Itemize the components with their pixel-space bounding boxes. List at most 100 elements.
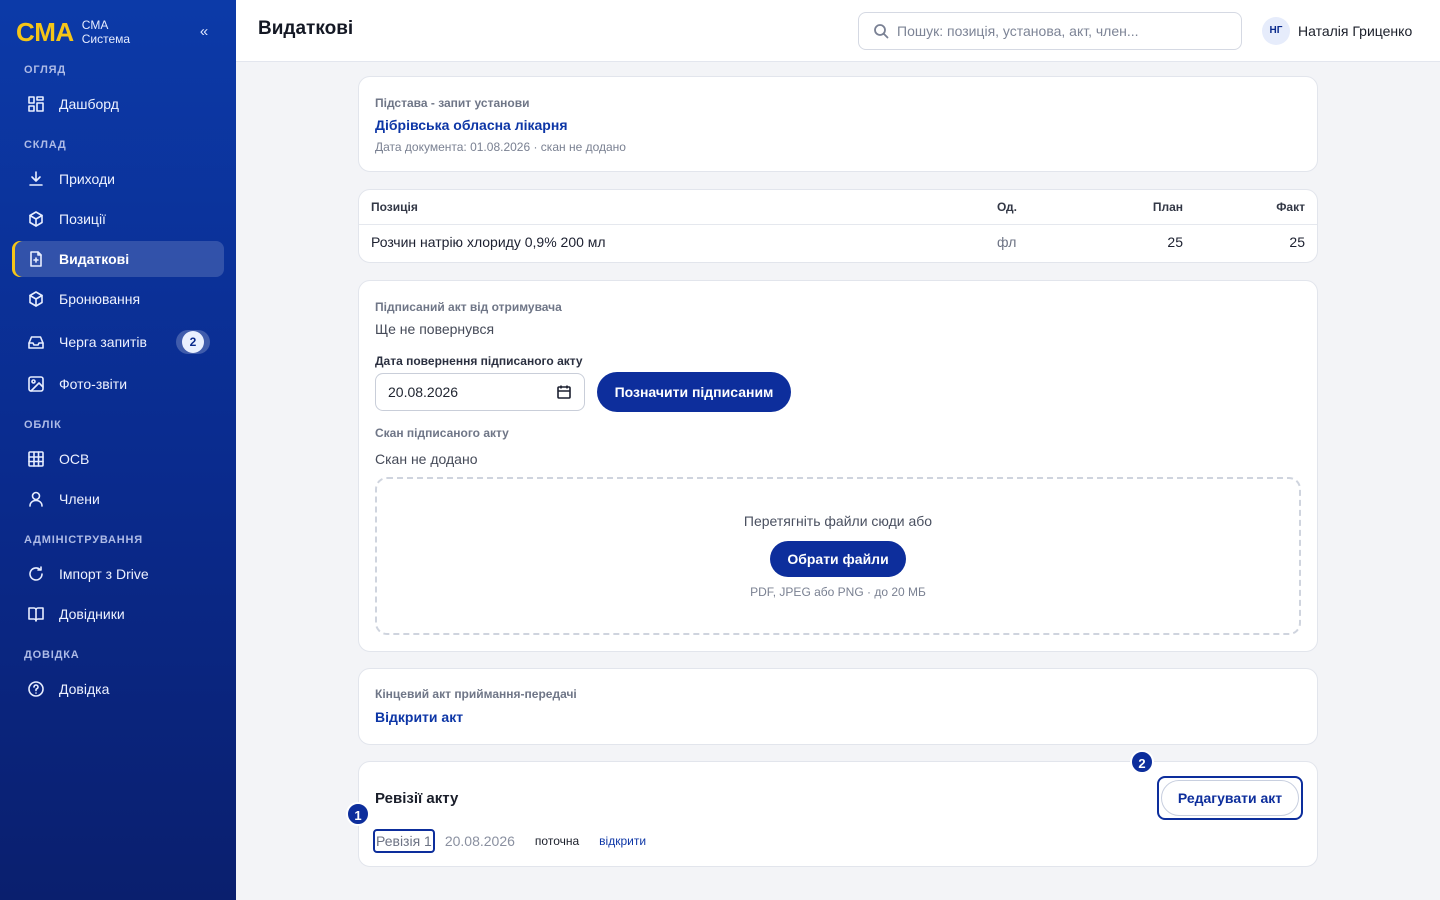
top-header: Видаткові НГ Наталія Гриценко <box>236 0 1440 62</box>
sidebar-item-booking[interactable]: Бронювання <box>12 281 224 317</box>
scan-status: Скан не додано <box>375 451 478 467</box>
basis-label: Підстава - запит установи <box>375 96 530 110</box>
brand-logo: CMA <box>16 17 74 47</box>
grid-icon <box>26 94 46 114</box>
sidebar-item-osv[interactable]: ОСВ <box>12 441 224 477</box>
column-unit: Од. <box>985 190 1085 225</box>
sidebar-item-references[interactable]: Довідники <box>12 596 224 632</box>
refresh-icon <box>26 564 46 584</box>
sidebar-item-label: Довідники <box>59 606 125 622</box>
step-marker-1: 1 <box>346 802 370 826</box>
search-input[interactable] <box>897 23 1217 39</box>
revision-date: 20.08.2026 <box>444 833 515 849</box>
table-row: Розчин натрію хлориду 0,9% 200 мл фл 25 … <box>359 224 1317 260</box>
sidebar-item-label: Приходи <box>59 171 115 187</box>
section-warehouse: СКЛАД <box>24 139 67 151</box>
calendar-icon[interactable] <box>556 384 572 400</box>
cell-plan: 25 <box>1167 234 1183 251</box>
avatar: НГ <box>1262 17 1290 45</box>
step-marker-2: 2 <box>1130 750 1154 774</box>
sidebar-item-photo-reports[interactable]: Фото-звіти <box>12 366 224 402</box>
revision-status: поточна <box>534 834 580 848</box>
cell-fact: 25 <box>1289 234 1305 251</box>
user-name: Наталія Гриценко <box>1298 23 1413 39</box>
brand-text: CMA Система <box>82 18 130 46</box>
edit-act-label: Редагувати акт <box>1161 780 1299 816</box>
choose-files-button[interactable]: Обрати файли <box>770 541 906 577</box>
file-formats-hint: PDF, JPEG або PNG · до 20 МБ <box>750 585 926 599</box>
download-icon <box>26 169 46 189</box>
column-fact: Факт <box>1195 190 1317 225</box>
sidebar-item-label: Бронювання <box>59 291 141 307</box>
sidebar-item-members[interactable]: Члени <box>12 481 224 517</box>
document-meta: Дата документа: 01.08.2026 · скан не дод… <box>375 140 626 154</box>
section-help: ДОВІДКА <box>24 649 80 661</box>
sidebar-item-label: ОСВ <box>59 451 90 467</box>
sidebar-item-label: Дашборд <box>59 96 119 112</box>
section-overview: ОГЛЯД <box>24 64 66 76</box>
revisions-title: Ревізії акту <box>375 790 459 807</box>
revision-name[interactable]: Ревізія 1 <box>373 829 435 853</box>
revision-row: Ревізія 1 20.08.2026 поточна відкрити <box>373 829 646 853</box>
sidebar-item-label: Імпорт з Drive <box>59 566 149 582</box>
sidebar-item-help[interactable]: Довідка <box>12 671 224 707</box>
brand-line-2: Система <box>81 32 131 46</box>
section-admin: АДМІНІСТРУВАННЯ <box>24 534 143 546</box>
sidebar-item-queue[interactable]: Черга запитів 2 <box>12 324 224 360</box>
revision-open-link[interactable]: відкрити <box>599 834 646 848</box>
table-header-row: Позиція Од. План Факт <box>359 190 1317 225</box>
box-icon <box>26 209 46 229</box>
user-icon <box>26 489 46 509</box>
image-icon <box>26 374 46 394</box>
basis-card: Підстава - запит установи Дібрівська обл… <box>358 76 1318 172</box>
mark-signed-button[interactable]: Позначити підписаним <box>597 372 791 412</box>
open-act-link[interactable]: Відкрити акт <box>375 709 463 725</box>
cell-position: Розчин натрію хлориду 0,9% 200 мл <box>371 234 606 251</box>
sidebar-item-label: Черга запитів <box>59 334 147 350</box>
inbox-icon <box>26 332 46 352</box>
revisions-card: Ревізії акту Редагувати акт Ревізія 1 20… <box>358 761 1318 867</box>
items-table-card: Позиція Од. План Факт Розчин натрію хлор… <box>358 189 1318 263</box>
search-box[interactable] <box>858 12 1242 50</box>
section-accounting: ОБЛІК <box>24 419 62 431</box>
page-title: Видаткові <box>258 18 354 39</box>
sidebar-item-label: Члени <box>59 491 100 507</box>
sidebar-item-label: Фото-звіти <box>59 376 128 392</box>
signed-act-card: Підписаний акт від отримувача Ще не пове… <box>358 280 1318 652</box>
sidebar-item-dashboard[interactable]: Дашборд <box>12 86 224 122</box>
final-act-card: Кінцевий акт приймання-передачі Відкрити… <box>358 668 1318 745</box>
user-menu[interactable]: НГ Наталія Гриценко <box>1262 17 1412 45</box>
collapse-sidebar-button[interactable]: « <box>194 22 214 42</box>
document-icon <box>26 249 46 269</box>
brand[interactable]: CMA CMA Система <box>16 14 130 50</box>
final-act-label: Кінцевий акт приймання-передачі <box>375 687 577 701</box>
sidebar-item-outgoing[interactable]: Видаткові <box>12 241 224 277</box>
sidebar-item-positions[interactable]: Позиції <box>12 201 224 237</box>
help-icon <box>26 679 46 699</box>
search-icon <box>874 24 889 39</box>
sidebar-item-label: Позиції <box>59 211 106 227</box>
signed-act-label: Підписаний акт від отримувача <box>375 300 562 314</box>
scan-label: Скан підписаного акту <box>375 426 509 440</box>
sidebar: CMA CMA Система « ОГЛЯД Дашборд СКЛАД Пр… <box>0 0 236 900</box>
queue-count-badge: 2 <box>176 330 210 354</box>
dropzone-text: Перетягніть файли сюди або <box>743 513 933 529</box>
sidebar-item-incoming[interactable]: Приходи <box>12 161 224 197</box>
box-icon <box>26 289 46 309</box>
institution-link[interactable]: Дібрівська обласна лікарня <box>375 117 568 133</box>
book-icon <box>26 604 46 624</box>
queue-count: 2 <box>182 331 204 353</box>
cell-unit: фл <box>997 234 1017 251</box>
edit-act-button[interactable]: Редагувати акт <box>1157 776 1303 820</box>
column-plan: План <box>1085 190 1195 225</box>
table-icon <box>26 449 46 469</box>
file-dropzone[interactable]: Перетягніть файли сюди або Обрати файли … <box>375 477 1301 635</box>
return-date-input[interactable]: 20.08.2026 <box>375 373 585 411</box>
column-position: Позиція <box>359 190 985 225</box>
return-date-label: Дата повернення підписаного акту <box>375 354 583 368</box>
sidebar-item-label: Довідка <box>59 681 110 697</box>
return-date-value: 20.08.2026 <box>388 384 459 400</box>
signed-act-status: Ще не повернувся <box>375 321 495 337</box>
brand-line-1: CMA <box>81 18 109 32</box>
sidebar-item-import[interactable]: Імпорт з Drive <box>12 556 224 592</box>
